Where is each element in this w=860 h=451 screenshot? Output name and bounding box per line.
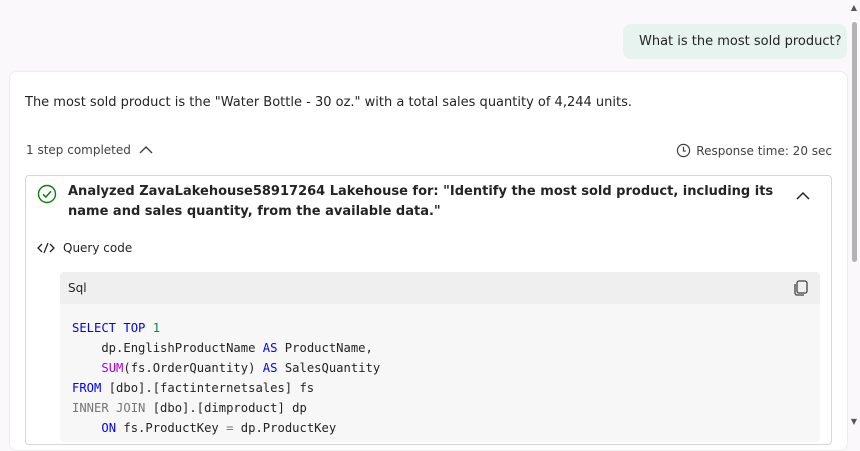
code-token: AS <box>262 361 278 375</box>
code-token: 1 <box>152 321 161 335</box>
step-title: Analyzed ZavaLakehouse58917264 Lakehouse… <box>68 184 774 219</box>
sql-code: SELECT TOP 1 dp.EnglishProductName AS Pr… <box>60 304 820 438</box>
code-token: FROM <box>72 381 102 395</box>
response-time-label: Response time: 20 sec <box>696 143 832 158</box>
code-token: ON <box>101 421 117 435</box>
code-line: SUM(fs.OrderQuantity) AS SalesQuantity <box>72 358 820 378</box>
steps-toggle[interactable]: 1 step completed <box>26 143 153 157</box>
response-time: Response time: 20 sec <box>676 143 832 158</box>
code-line: SELECT TOP 1 <box>72 318 820 338</box>
code-block: Sql SELECT TOP 1 dp.EnglishProductName A… <box>60 272 820 442</box>
code-token: fs.ProductKey <box>116 421 227 435</box>
steps-label: 1 step completed <box>26 143 131 157</box>
scrollbar[interactable]: ▲ ▼ <box>848 0 860 436</box>
code-token: AS <box>262 341 278 355</box>
code-token: [dbo].[factinternetsales] fs <box>101 381 315 395</box>
chevron-up-icon[interactable] <box>795 190 811 202</box>
code-line: dp.EnglishProductName AS ProductName, <box>72 338 820 358</box>
code-line: FROM [dbo].[factinternetsales] fs <box>72 378 820 398</box>
scroll-up-arrow-icon[interactable]: ▲ <box>848 2 860 14</box>
chevron-up-icon <box>139 146 153 154</box>
scroll-thumb[interactable] <box>852 22 857 262</box>
scroll-down-arrow-icon[interactable]: ▼ <box>848 416 860 428</box>
code-token: [dbo].[dimproduct] dp <box>145 401 307 415</box>
code-token: dp.EnglishProductName <box>72 341 263 355</box>
copy-icon[interactable] <box>792 279 810 297</box>
code-icon <box>37 242 55 254</box>
code-language: Sql <box>68 281 87 295</box>
code-token: ProductName, <box>277 341 373 355</box>
query-code-text: Query code <box>63 241 133 255</box>
code-token: INNER JOIN <box>72 401 146 415</box>
answer-text: The most sold product is the "Water Bott… <box>25 95 632 110</box>
code-header: Sql <box>60 272 820 304</box>
code-token: (fs.OrderQuantity) <box>123 361 263 375</box>
code-line: INNER JOIN [dbo].[dimproduct] dp <box>72 398 820 418</box>
query-code-label: Query code <box>37 241 132 255</box>
clock-icon <box>677 143 691 158</box>
code-token: SalesQuantity <box>277 361 381 375</box>
code-token: SELECT TOP <box>72 321 153 335</box>
code-token: dp.ProductKey <box>233 421 337 435</box>
check-circle-icon <box>37 184 57 204</box>
code-line: ON fs.ProductKey = dp.ProductKey <box>72 418 820 438</box>
user-message-bubble: What is the most sold product? <box>623 24 847 59</box>
code-token: SUM <box>101 361 124 375</box>
